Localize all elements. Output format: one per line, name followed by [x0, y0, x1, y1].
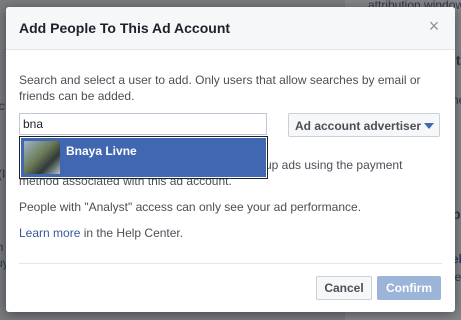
dialog-title: Add People To This Ad Account [19, 20, 231, 36]
role-select-label: Ad account advertiser [295, 119, 422, 133]
role-select[interactable]: Ad account advertiser [288, 113, 440, 137]
background-text: (I [0, 167, 6, 181]
add-people-dialog: Add People To This Ad Account × Search a… [6, 7, 455, 312]
analyst-access-note: People with "Analyst" access can only se… [19, 200, 362, 214]
dialog-description: Search and select a user to add. Only us… [19, 73, 421, 103]
help-center-suffix: in the Help Center. [80, 226, 184, 240]
suggestion-dropdown: Bnaya Livne [19, 136, 268, 179]
background-text: ic [0, 99, 5, 113]
dialog-header: Add People To This Ad Account × [6, 7, 455, 50]
suggestion-name: Bnaya Livne [66, 144, 137, 158]
suggestion-item[interactable]: Bnaya Livne [21, 138, 266, 177]
caret-down-icon [424, 123, 434, 129]
learn-more-link[interactable]: Learn more [19, 226, 80, 240]
cancel-button[interactable]: Cancel [316, 276, 372, 300]
avatar [24, 141, 60, 174]
footer-divider [19, 263, 442, 264]
close-icon[interactable]: × [427, 17, 441, 35]
background-text: lh [0, 240, 3, 254]
user-search-input[interactable] [19, 113, 267, 135]
help-center-line: Learn more in the Help Center. [19, 226, 183, 240]
confirm-button[interactable]: Confirm [377, 276, 441, 300]
